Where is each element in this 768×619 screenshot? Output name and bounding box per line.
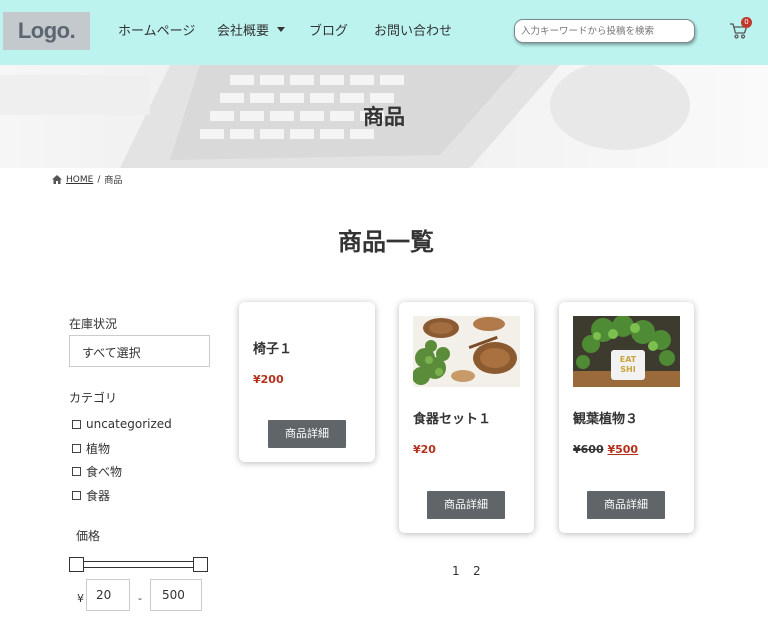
price-slider-track[interactable]: [76, 561, 204, 568]
logo-text: Logo.: [17, 18, 76, 43]
pagination-page-1[interactable]: 1: [452, 564, 460, 578]
breadcrumb: HOME / 商品: [52, 173, 122, 186]
product-price: ¥200: [253, 373, 284, 386]
price-max-input[interactable]: 500: [150, 579, 202, 611]
product-price: ¥600 ¥500: [573, 443, 638, 456]
category-filter-label: カテゴリ: [69, 391, 118, 405]
stock-select[interactable]: すべて選択: [69, 335, 210, 367]
nav-item-contact[interactable]: お問い合わせ: [374, 20, 452, 39]
product-sale-price: ¥500: [607, 443, 639, 456]
currency-symbol: ¥: [77, 592, 84, 605]
category-checkbox-tableware[interactable]: 食器: [72, 487, 110, 504]
svg-text:EAT: EAT: [620, 355, 637, 364]
category-checkbox-plants[interactable]: 植物: [72, 440, 110, 457]
home-icon: [52, 175, 62, 184]
nav-item-company[interactable]: 会社概要: [217, 20, 286, 39]
nav-item-home[interactable]: ホームページ: [118, 20, 195, 39]
product-image[interactable]: EAT SHI: [573, 316, 680, 387]
product-card: 椅子１ ¥200 商品詳細: [239, 302, 375, 462]
nav-item-blog[interactable]: ブログ: [309, 20, 348, 39]
product-detail-button[interactable]: 商品詳細: [587, 491, 665, 519]
price-slider-min-handle[interactable]: [69, 557, 84, 572]
hero-title: 商品: [363, 105, 405, 129]
checkbox[interactable]: [72, 419, 81, 429]
checkbox[interactable]: [72, 467, 81, 476]
hero-banner: 商品: [0, 65, 768, 168]
price-min-input[interactable]: 20: [86, 579, 130, 611]
product-price: ¥20: [413, 443, 436, 456]
price-slider-max-handle[interactable]: [193, 557, 208, 572]
product-name[interactable]: 観葉植物３: [573, 408, 638, 427]
category-checkbox-food[interactable]: 食べ物: [72, 463, 122, 480]
price-filter-label: 価格: [76, 529, 101, 543]
search-input[interactable]: [514, 19, 695, 43]
breadcrumb-home-link[interactable]: HOME: [66, 175, 93, 185]
breadcrumb-current: 商品: [104, 176, 123, 186]
product-name[interactable]: 食器セット１: [413, 408, 491, 427]
checkbox[interactable]: [72, 491, 81, 500]
product-old-price: ¥600: [573, 443, 604, 456]
chevron-down-icon: [277, 27, 286, 32]
breadcrumb-separator: /: [97, 174, 101, 185]
logo[interactable]: Logo.: [3, 12, 90, 50]
stock-filter-label: 在庫状況: [69, 317, 118, 331]
svg-text:SHI: SHI: [620, 365, 635, 374]
product-name[interactable]: 椅子１: [253, 338, 292, 357]
checkbox[interactable]: [72, 444, 81, 453]
category-checkbox-uncategorized[interactable]: uncategorized: [72, 417, 172, 431]
site-header: Logo. ホームページ 会社概要 ブログ お問い合わせ 0: [0, 0, 768, 65]
pagination-page-2[interactable]: 2: [473, 564, 481, 578]
price-separator: -: [138, 592, 142, 605]
cart-count-badge: 0: [741, 17, 752, 28]
product-card: EAT SHI 観葉植物３ ¥600 ¥500 商品詳細: [559, 302, 694, 533]
product-detail-button[interactable]: 商品詳細: [427, 491, 505, 519]
product-card: 食器セット１ ¥20 商品詳細: [399, 302, 534, 533]
product-detail-button[interactable]: 商品詳細: [268, 420, 346, 448]
page-title: 商品一覧: [338, 228, 434, 256]
product-image[interactable]: [413, 316, 520, 387]
